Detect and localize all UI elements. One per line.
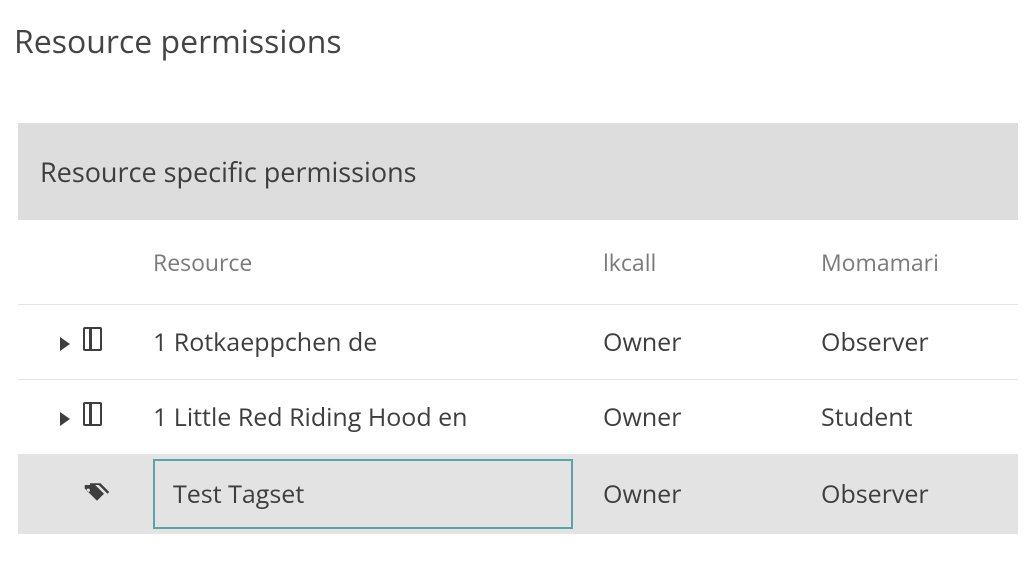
user2-perm-cell[interactable]: Observer (821, 305, 1018, 380)
type-cell (83, 380, 153, 455)
user2-perm-cell[interactable]: Student (821, 380, 1018, 455)
document-icon (83, 327, 102, 351)
user1-perm-cell[interactable]: Owner (603, 455, 821, 534)
col-header-resource[interactable]: Resource (153, 220, 603, 305)
type-cell (83, 305, 153, 380)
table-row[interactable]: 1 Little Red Riding Hood en Owner Studen… (18, 380, 1018, 455)
col-header-user1[interactable]: lkcall (603, 220, 821, 305)
expand-cell[interactable] (18, 380, 83, 455)
user2-perm-cell[interactable]: Observer (821, 455, 1018, 534)
table-row[interactable]: 1 Rotkaeppchen de Owner Observer (18, 305, 1018, 380)
panel-header: Resource specific permissions (18, 123, 1018, 220)
caret-right-icon[interactable] (60, 412, 70, 426)
tag-icon (83, 477, 111, 511)
expand-cell[interactable] (18, 305, 83, 380)
table-header-row: Resource lkcall Momamari (18, 220, 1018, 305)
col-header-type (83, 220, 153, 305)
resource-name-input[interactable]: Test Tagset (153, 459, 573, 529)
user1-perm-cell[interactable]: Owner (603, 380, 821, 455)
col-header-user2[interactable]: Momamari (821, 220, 1018, 305)
resource-name-cell[interactable]: 1 Rotkaeppchen de (153, 305, 603, 380)
expand-cell (18, 455, 83, 534)
col-header-expand (18, 220, 83, 305)
page-title: Resource permissions (0, 0, 1024, 63)
caret-right-icon[interactable] (60, 337, 70, 351)
document-icon (83, 402, 102, 426)
type-cell (83, 455, 153, 534)
resource-name-cell[interactable]: 1 Little Red Riding Hood en (153, 380, 603, 455)
table-row-selected[interactable]: Test Tagset Owner Observer (18, 455, 1018, 534)
resource-name-cell-editing[interactable]: Test Tagset (153, 455, 603, 534)
table-footer-row (18, 534, 1018, 564)
permissions-table: Resource lkcall Momamari 1 Rotkaeppchen … (18, 220, 1018, 564)
user1-perm-cell[interactable]: Owner (603, 305, 821, 380)
permissions-panel: Resource specific permissions Resource l… (18, 123, 1018, 564)
